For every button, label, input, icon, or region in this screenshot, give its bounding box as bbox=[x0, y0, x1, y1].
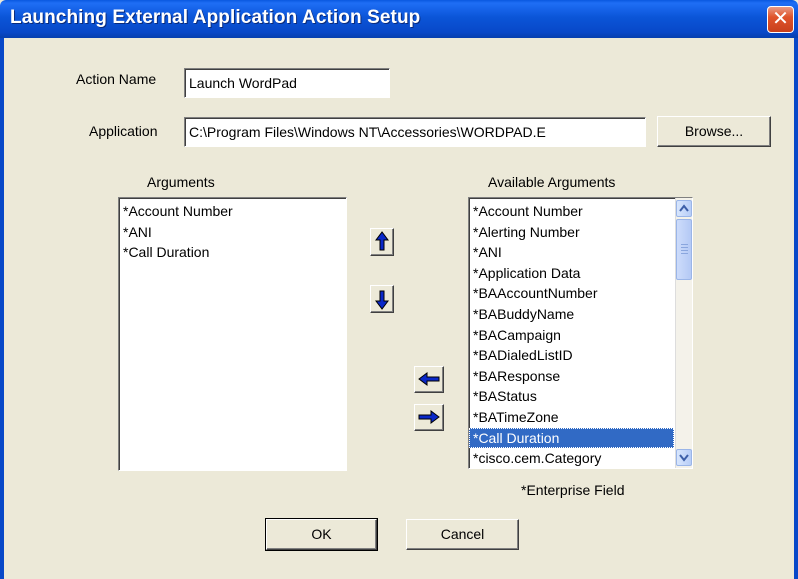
arrow-up-icon bbox=[375, 231, 389, 251]
add-argument-button[interactable] bbox=[414, 366, 444, 393]
arrow-down-icon bbox=[375, 290, 389, 310]
arrow-left-icon bbox=[418, 372, 440, 386]
move-down-button[interactable] bbox=[370, 285, 394, 313]
available-arguments-list-item[interactable]: *BACampaign bbox=[469, 325, 674, 346]
available-arguments-label: Available Arguments bbox=[488, 174, 616, 190]
arguments-list-item[interactable]: *ANI bbox=[119, 222, 346, 243]
scroll-thumb[interactable] bbox=[676, 219, 692, 280]
available-arguments-list-item[interactable]: *BAStatus bbox=[469, 386, 674, 407]
available-arguments-listbox[interactable]: *Account Number *Alerting Number *ANI *Appl… bbox=[468, 197, 693, 469]
action-name-label: Action Name bbox=[76, 71, 157, 87]
available-arguments-list-item[interactable]: *ANI bbox=[469, 242, 674, 263]
available-arguments-list-item[interactable]: *Account Number bbox=[469, 201, 674, 222]
arguments-list-item[interactable]: *Account Number bbox=[119, 201, 346, 222]
available-arguments-list-item[interactable]: *BAAccountNumber bbox=[469, 283, 674, 304]
chevron-down-icon bbox=[679, 454, 689, 462]
ok-button[interactable]: OK bbox=[265, 518, 378, 551]
scroll-down-button[interactable] bbox=[676, 449, 692, 466]
browse-button[interactable]: Browse... bbox=[657, 116, 771, 147]
chevron-up-icon bbox=[679, 204, 689, 212]
arrow-right-icon bbox=[418, 410, 440, 424]
arguments-label: Arguments bbox=[147, 174, 215, 190]
arguments-listbox[interactable]: *Account Number *ANI *Call Duration bbox=[118, 197, 347, 471]
application-input[interactable]: C:\Program Files\Windows NT\Accessories\… bbox=[184, 117, 646, 147]
title-bar[interactable]: Launching External Application Action Se… bbox=[0, 0, 798, 38]
close-icon: ✕ bbox=[772, 8, 789, 30]
application-label: Application bbox=[89, 123, 158, 139]
close-button[interactable]: ✕ bbox=[767, 6, 794, 33]
available-arguments-list-item[interactable]: *BAResponse bbox=[469, 366, 674, 387]
action-name-input[interactable]: Launch WordPad bbox=[184, 68, 390, 98]
window-title: Launching External Application Action Se… bbox=[10, 7, 421, 28]
available-arguments-list-item[interactable]: *BATimeZone bbox=[469, 407, 674, 428]
scroll-up-button[interactable] bbox=[676, 200, 692, 217]
available-arguments-list-item[interactable]: *Application Data bbox=[469, 263, 674, 284]
window-frame-left bbox=[0, 38, 4, 579]
remove-argument-button[interactable] bbox=[414, 404, 444, 431]
available-arguments-list-item[interactable]: *Call Duration bbox=[469, 427, 674, 449]
dialog-window: Launching External Application Action Se… bbox=[0, 0, 798, 579]
available-scrollbar[interactable] bbox=[675, 198, 692, 468]
window-frame-right bbox=[794, 38, 798, 579]
available-arguments-list-item[interactable]: *BABuddyName bbox=[469, 304, 674, 325]
move-up-button[interactable] bbox=[370, 228, 394, 256]
arguments-list-item[interactable]: *Call Duration bbox=[119, 242, 346, 263]
available-arguments-list-item[interactable]: *Alerting Number bbox=[469, 222, 674, 243]
cancel-button[interactable]: Cancel bbox=[406, 519, 519, 550]
available-arguments-list-item[interactable]: *cisco.cem.Category bbox=[469, 448, 674, 468]
available-arguments-list-item[interactable]: *BADialedListID bbox=[469, 345, 674, 366]
enterprise-field-note: *Enterprise Field bbox=[521, 482, 625, 498]
